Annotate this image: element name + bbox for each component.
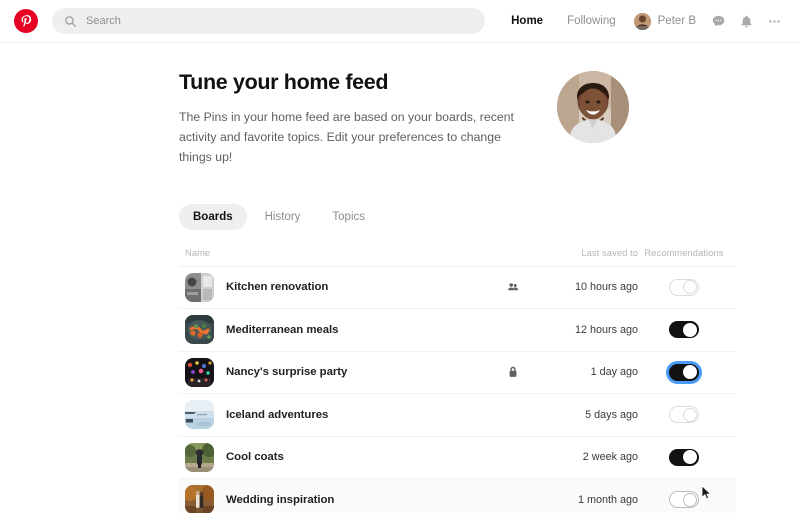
board-name-label: Cool coats	[226, 451, 284, 464]
party-thumbnail	[185, 357, 214, 387]
table-row[interactable]: Kitchen renovation 10 hours ago	[179, 267, 736, 310]
last-saved-label: 10 hours ago	[574, 281, 638, 294]
top-navigation-bar: Home Following Peter B	[0, 0, 800, 43]
tab-history[interactable]: History	[251, 204, 315, 230]
nav-link-following[interactable]: Following	[555, 15, 628, 27]
board-name-cell: Cool coats	[185, 442, 496, 472]
board-name-label: Nancy's surprise party	[226, 366, 348, 379]
recommendations-cell	[638, 321, 730, 339]
recommendations-toggle[interactable]	[669, 363, 699, 381]
page-description: The Pins in your home feed are based on …	[179, 109, 514, 165]
recommendations-toggle[interactable]	[669, 491, 699, 509]
toggle-knob	[683, 322, 698, 337]
avatar	[633, 12, 651, 30]
tab-topics[interactable]: Topics	[318, 204, 379, 230]
column-header-name: Name	[185, 247, 211, 258]
username-label: Peter B	[657, 15, 696, 27]
group-icon	[496, 281, 530, 293]
board-name-cell: Wedding inspiration	[185, 485, 496, 513]
table-header-row: Name Last saved to Recommendations	[179, 248, 736, 267]
iceland-thumbnail	[185, 400, 214, 430]
profile-photo	[557, 71, 629, 143]
more-options-icon[interactable]	[760, 7, 788, 35]
kitchen-thumbnail	[185, 272, 214, 302]
board-name-label: Kitchen renovation	[226, 281, 329, 294]
board-name-cell: Kitchen renovation	[185, 272, 496, 302]
last-saved-label: 5 days ago	[585, 408, 638, 421]
header-nav-right: Home Following Peter B	[499, 7, 788, 35]
recommendations-cell	[638, 363, 730, 381]
boards-table: Name Last saved to Recommendations Kitch…	[179, 248, 736, 513]
board-name-cell: Iceland adventures	[185, 400, 496, 430]
wedding-thumbnail	[185, 485, 214, 513]
food-thumbnail	[185, 315, 214, 345]
column-header-last-saved: Last saved to	[581, 247, 638, 258]
search-icon	[64, 15, 77, 28]
recommendations-toggle[interactable]	[669, 448, 699, 466]
recommendations-cell	[638, 278, 730, 296]
lock-icon	[496, 366, 530, 378]
toggle-knob	[683, 492, 698, 507]
recommendations-toggle[interactable]	[669, 406, 699, 424]
table-row[interactable]: Cool coats 2 week ago	[179, 437, 736, 480]
toggle-knob	[683, 407, 698, 422]
last-saved-label: 1 day ago	[590, 366, 638, 379]
table-row[interactable]: Nancy's surprise party 1 day ago	[179, 352, 736, 395]
nav-link-home[interactable]: Home	[499, 15, 555, 27]
board-name-cell: Mediterranean meals	[185, 315, 496, 345]
table-row[interactable]: Mediterranean meals 12 hours ago	[179, 309, 736, 352]
tab-boards[interactable]: Boards	[179, 203, 247, 230]
last-saved-label: 2 week ago	[582, 451, 638, 464]
mouse-cursor-icon	[701, 485, 712, 500]
toggle-knob	[683, 280, 698, 295]
messages-icon[interactable]	[704, 7, 732, 35]
hero-text: Tune your home feed The Pins in your hom…	[179, 70, 527, 168]
board-name-cell: Nancy's surprise party	[185, 357, 496, 387]
board-name-label: Mediterranean meals	[226, 323, 339, 336]
search-bar[interactable]	[52, 8, 486, 34]
board-name-label: Wedding inspiration	[226, 493, 335, 506]
page-content: Tune your home feed The Pins in your hom…	[0, 43, 800, 513]
board-name-label: Iceland adventures	[226, 408, 329, 421]
page-title: Tune your home feed	[179, 70, 389, 94]
recommendations-toggle[interactable]	[669, 278, 699, 296]
coats-thumbnail	[185, 442, 214, 472]
table-row[interactable]: Iceland adventures 5 days ago	[179, 394, 736, 437]
last-saved-label: 1 month ago	[577, 493, 638, 506]
recommendations-toggle[interactable]	[669, 321, 699, 339]
pinterest-logo-icon[interactable]	[14, 9, 38, 33]
user-account-menu[interactable]: Peter B	[628, 12, 704, 30]
toggle-knob	[683, 365, 698, 380]
feed-tabs: Boards History Topics	[179, 203, 800, 230]
recommendations-cell	[638, 485, 730, 509]
column-header-recommendations: Recommendations	[644, 247, 724, 258]
search-input[interactable]	[86, 15, 474, 27]
toggle-knob	[683, 450, 698, 465]
recommendations-cell	[638, 448, 730, 466]
table-row[interactable]: Wedding inspiration 1 month ago	[179, 479, 736, 513]
recommendations-cell	[638, 406, 730, 424]
last-saved-label: 12 hours ago	[574, 323, 638, 336]
notifications-icon[interactable]	[732, 7, 760, 35]
hero-section: Tune your home feed The Pins in your hom…	[179, 43, 736, 168]
